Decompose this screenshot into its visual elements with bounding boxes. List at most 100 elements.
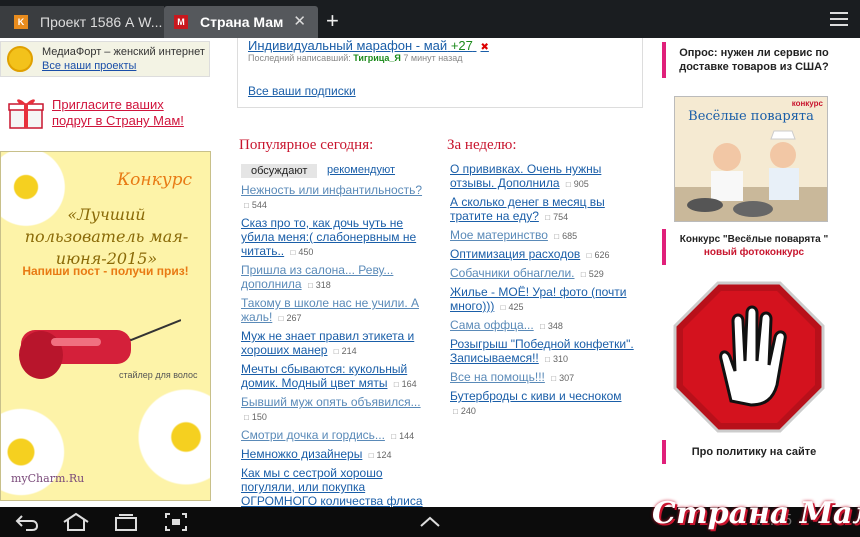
comment-count: 240 (453, 406, 476, 416)
topic-link[interactable]: Все на помощь!!! (450, 370, 545, 384)
brand-name: МедиаФорт – женский интернет (42, 46, 205, 58)
tab-project[interactable]: K Проект 1586 А W... (0, 6, 164, 38)
comment-count: 425 (501, 302, 524, 312)
cooks-banner-label: конкурс (791, 99, 823, 108)
topic-list-item: Оптимизация расходов 626 (450, 247, 645, 263)
topic-list-item: Пришла из салона... Реву... дополнила 31… (241, 263, 433, 293)
contest-title: «Лучший пользователь мая-июня-2015» (24, 205, 189, 268)
topic-link[interactable]: Муж не знает правил этикета и хороших ма… (241, 329, 414, 357)
site-favicon-icon: K (14, 15, 28, 29)
topic-link[interactable]: Розыгрыш "Победной конфетки". Записываем… (450, 337, 634, 365)
topic-link[interactable]: Немножко дизайнеры (241, 447, 362, 461)
topic-list-item: О прививках. Очень нужны отзывы. Дополни… (450, 162, 645, 192)
topic-link[interactable]: Бывший муж опять объявился... (241, 395, 421, 409)
topic-link[interactable]: Как мы с сестрой хорошо погуляли, или по… (241, 466, 423, 508)
tab-strana-mam[interactable]: M Страна Мам ✕ (164, 6, 318, 38)
filter-discussed[interactable]: обсуждают (241, 164, 318, 178)
comment-count: 267 (279, 313, 302, 323)
gift-icon (8, 99, 44, 129)
contest-call: Напиши пост - получи приз! (22, 264, 189, 278)
topic-list-item: Бутерброды с киви и чесноком 240 (450, 389, 645, 419)
tab-title: Страна Мам (200, 14, 284, 30)
comment-count: 626 (587, 250, 610, 260)
topic-link[interactable]: Сказ про то, как дочь чуть не убила меня… (241, 216, 416, 258)
comment-count: 164 (394, 379, 417, 389)
comment-count: 348 (540, 321, 563, 331)
comment-count: 144 (391, 431, 414, 441)
contest-banner[interactable]: Конкурс «Лучший пользователь мая-июня-20… (0, 151, 211, 501)
topic-list-item: Мое материнство 685 (450, 228, 645, 244)
site-favicon-icon: M (174, 15, 188, 29)
kids-cooking-image (675, 130, 827, 221)
topic-link[interactable]: Смотри дочка и гордись... (241, 428, 385, 442)
comment-count: 754 (545, 212, 568, 222)
cooks-banner-heading: Весёлые поварята (688, 109, 814, 124)
comment-count: 544 (244, 200, 267, 210)
subscription-title[interactable]: Индивидуальный марафон - май (248, 38, 447, 53)
topic-link[interactable]: Сама оффца... (450, 318, 534, 332)
comment-count: 214 (334, 346, 357, 356)
new-tab-button[interactable]: + (326, 10, 339, 32)
subscriptions-box: Индивидуальный марафон - май +27 ✖ После… (237, 38, 643, 108)
popular-today-list: Нежность или инфантильность? 544Сказ про… (241, 183, 433, 527)
topic-list-item: Жилье - МОЁ! Ура! фото (почти много))) 4… (450, 285, 645, 315)
all-subscriptions-link[interactable]: Все ваши подписки (248, 84, 356, 98)
topic-list-item: Розыгрыш "Победной конфетки". Записываем… (450, 337, 645, 367)
topic-list-item: Сказ про то, как дочь чуть не убила меня… (241, 216, 433, 260)
comment-count: 529 (581, 269, 604, 279)
poll-link[interactable]: Опрос: нужен ли сервис по доставке товар… (662, 42, 842, 78)
back-icon[interactable] (14, 512, 40, 532)
topic-link[interactable]: Мечты сбываются: кукольный домик. Модный… (241, 362, 407, 390)
topic-list-item: Муж не знает правил этикета и хороших ма… (241, 329, 433, 359)
invite-friends-link[interactable]: Пригласите ваших подруг в Страну Мам! (52, 97, 202, 129)
topic-list-item: Собачники обнаглели. 529 (450, 266, 645, 282)
policy-link[interactable]: Про политику на сайте (662, 440, 842, 464)
new-count: +27 (450, 38, 473, 53)
recent-apps-icon[interactable] (113, 512, 139, 532)
last-author-line: Последний написавший: Тигрица_Я 7 минут … (248, 53, 462, 63)
cooks-caption-sub[interactable]: новый фотоконкурс (666, 246, 842, 259)
filter-recommended[interactable]: рекомендуют (327, 164, 395, 176)
topic-list-item: Немножко дизайнеры 124 (241, 447, 433, 463)
topic-link[interactable]: А сколько денег в месяц вы тратите на ед… (450, 195, 605, 223)
topic-list-item: Мечты сбываются: кукольный домик. Модный… (241, 362, 433, 392)
cooks-contest-caption[interactable]: Конкурс "Весёлые поварята " новый фотоко… (662, 229, 842, 265)
comment-count: 685 (554, 231, 577, 241)
topic-link[interactable]: Мое материнство (450, 228, 548, 242)
comment-count: 318 (308, 280, 331, 290)
cooks-contest-banner[interactable]: конкурс Весёлые поварята (674, 96, 828, 222)
comment-count: 450 (291, 247, 314, 257)
topic-list-item: Все на помощь!!! 307 (450, 370, 645, 386)
mediafort-logo-icon (7, 46, 33, 72)
comment-count: 905 (566, 179, 589, 189)
chevron-up-icon[interactable] (418, 512, 442, 532)
site-watermark: Страна Мам.ру (652, 496, 860, 531)
menu-icon[interactable] (830, 12, 848, 28)
comment-count: 307 (551, 373, 574, 383)
popular-today-heading: Популярное сегодня: (239, 137, 374, 153)
last-author-prefix: Последний написавший: (248, 53, 351, 63)
topic-link[interactable]: Такому в школе нас не учили. А жаль! (241, 296, 419, 324)
all-projects-link[interactable]: Все наши проекты (42, 60, 136, 72)
subscription-item[interactable]: Индивидуальный марафон - май +27 ✖ (248, 38, 489, 53)
home-icon[interactable] (62, 512, 90, 532)
stop-hand-icon[interactable] (673, 281, 825, 433)
popular-week-heading: За неделю: (447, 137, 517, 153)
browser-tab-bar: K Проект 1586 А W... M Страна Мам ✕ + (0, 0, 860, 38)
topic-link[interactable]: Оптимизация расходов (450, 247, 580, 261)
topic-list-item: Смотри дочка и гордись... 144 (241, 428, 433, 444)
unsubscribe-icon[interactable]: ✖ (481, 42, 489, 53)
close-tab-icon[interactable]: ✕ (293, 12, 306, 30)
comment-count: 150 (244, 412, 267, 422)
topic-link[interactable]: Бутерброды с киви и чесноком (450, 389, 622, 403)
cooks-caption-title[interactable]: Конкурс "Весёлые поварята " (666, 233, 842, 246)
topic-list-item: Нежность или инфантильность? 544 (241, 183, 433, 213)
last-author-name[interactable]: Тигрица_Я (353, 53, 401, 63)
tab-title: Проект 1586 А W... (40, 14, 163, 30)
topic-list-item: Бывший муж опять объявился... 150 (241, 395, 433, 425)
topic-link[interactable]: Нежность или инфантильность? (241, 183, 422, 197)
topic-link[interactable]: Собачники обнаглели. (450, 266, 575, 280)
screenshot-icon[interactable] (164, 512, 188, 532)
topic-link[interactable]: Жилье - МОЁ! Ура! фото (почти много))) (450, 285, 627, 313)
topic-list-item: Такому в школе нас не учили. А жаль! 267 (241, 296, 433, 326)
